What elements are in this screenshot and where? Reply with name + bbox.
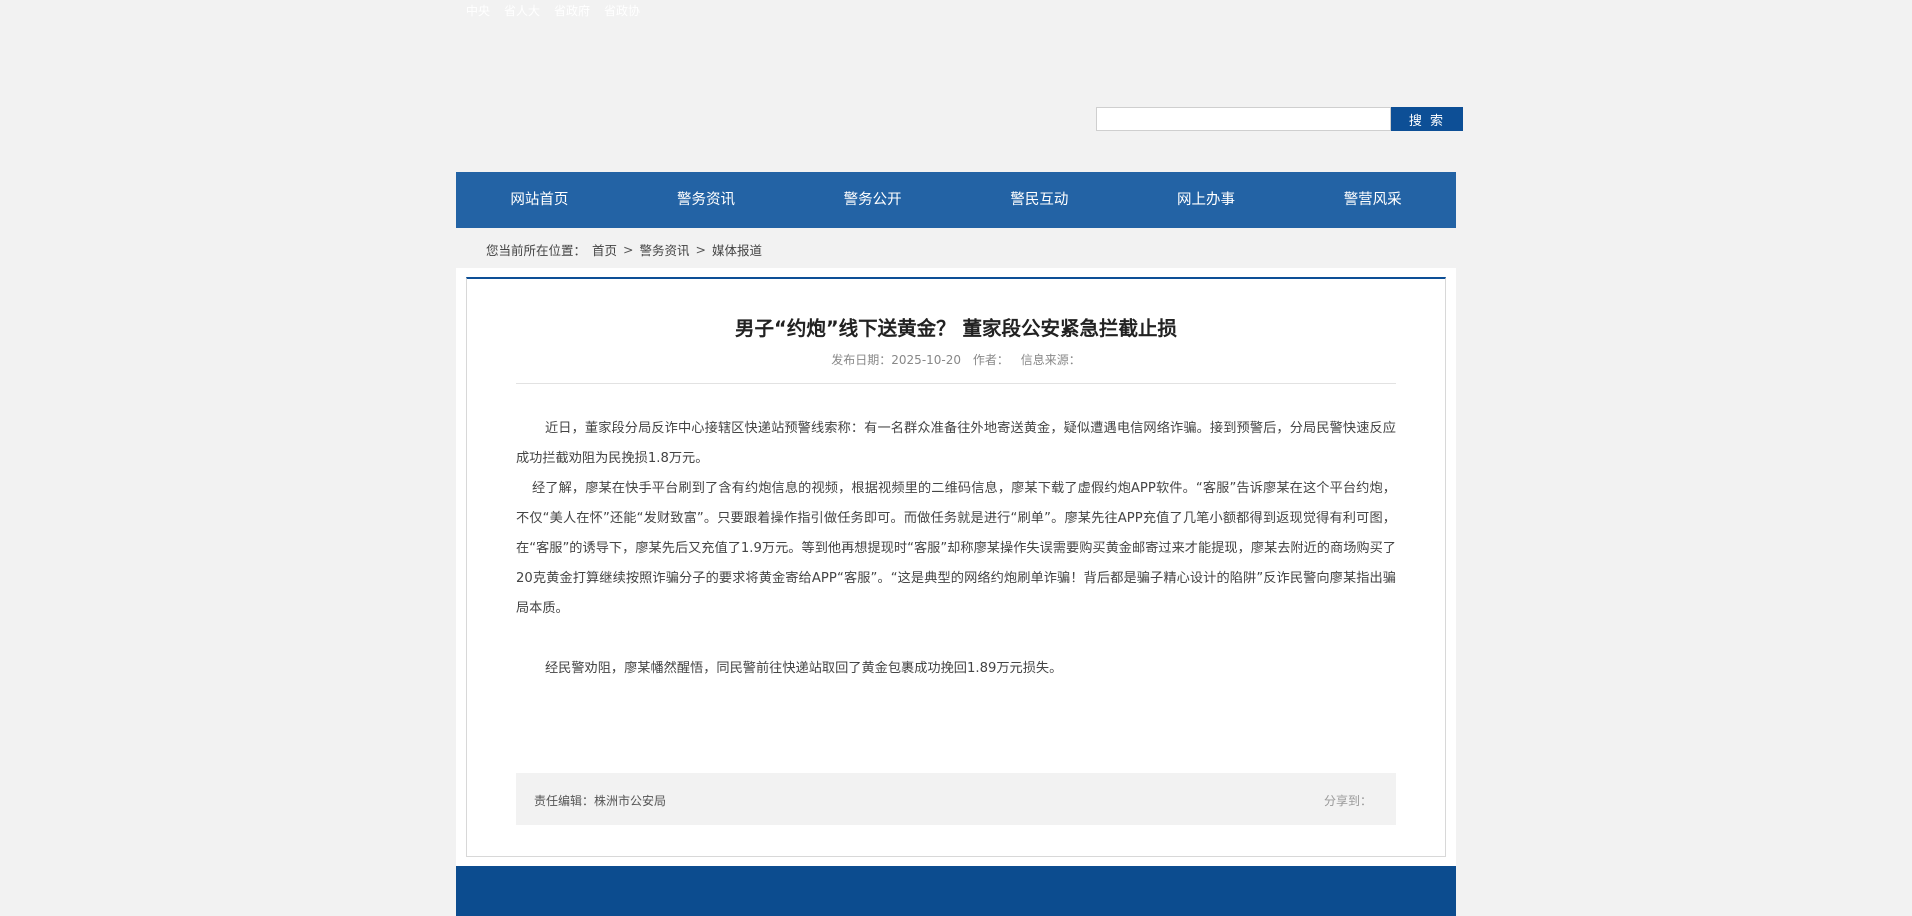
author-label: 作者： bbox=[972, 353, 1009, 367]
top-links: 中央 省人大 省政府 省政协 bbox=[466, 2, 640, 19]
responsible-editor: 责任编辑：株洲市公安局 bbox=[534, 794, 667, 808]
article-meta: 发布日期：2025-10-20 作者： 信息来源： bbox=[467, 351, 1445, 368]
breadcrumb-separator: > bbox=[695, 242, 707, 257]
article-footer: 责任编辑：株洲市公安局 分享到： bbox=[516, 773, 1396, 825]
top-link-central[interactable]: 中央 bbox=[466, 2, 490, 19]
main-nav: 网站首页 警务资讯 警务公开 警民互动 网上办事 警营风采 bbox=[456, 172, 1456, 228]
site-footer-band bbox=[456, 866, 1456, 916]
article-panel: 男子“约炮”线下送黄金？ 董家段公安紧急拦截止损 发布日期：2025-10-20… bbox=[466, 277, 1446, 857]
breadcrumb-media-reports[interactable]: 媒体报道 bbox=[712, 240, 762, 259]
source-label: 信息来源： bbox=[1020, 353, 1081, 367]
article-paragraph: 近日，董家段分局反诈中心接辖区快递站预警线索称：有一名群众准备往外地寄送黄金，疑… bbox=[516, 421, 1396, 466]
article-body: 近日，董家段分局反诈中心接辖区快递站预警线索称：有一名群众准备往外地寄送黄金，疑… bbox=[516, 414, 1396, 684]
top-link-provincial-cppcc[interactable]: 省政协 bbox=[604, 2, 640, 19]
title-divider bbox=[516, 383, 1396, 384]
search-input[interactable] bbox=[1096, 107, 1391, 131]
search-bar: 搜 索 bbox=[1096, 107, 1463, 131]
breadcrumb: 您当前所在位置： 首页 > 警务资讯 > 媒体报道 bbox=[486, 240, 762, 259]
publish-date: 发布日期：2025-10-20 bbox=[831, 353, 962, 367]
article-paragraph: 经民警劝阻，廖某幡然醒悟，同民警前往快递站取回了黄金包裹成功挽回1.89万元损失… bbox=[545, 661, 1063, 676]
nav-item-police-affairs[interactable]: 警务公开 bbox=[789, 172, 956, 228]
breadcrumb-separator: > bbox=[623, 242, 634, 257]
article-title: 男子“约炮”线下送黄金？ 董家段公安紧急拦截止损 bbox=[735, 317, 1177, 340]
nav-item-online-services[interactable]: 网上办事 bbox=[1123, 172, 1290, 228]
breadcrumb-prefix: 您当前所在位置： bbox=[486, 243, 587, 258]
share-label: 分享到： bbox=[1323, 794, 1372, 808]
breadcrumb-police-news[interactable]: 警务资讯 bbox=[640, 240, 690, 259]
search-button[interactable]: 搜 索 bbox=[1391, 107, 1463, 131]
top-link-provincial-government[interactable]: 省政府 bbox=[554, 2, 590, 19]
nav-item-police-style[interactable]: 警营风采 bbox=[1289, 172, 1456, 228]
top-link-provincial-congress[interactable]: 省人大 bbox=[504, 2, 540, 19]
nav-item-police-news[interactable]: 警务资讯 bbox=[623, 172, 790, 228]
article-paragraph: 经了解，廖某在快手平台刷到了含有约炮信息的视频，根据视频里的二维码信息，廖某下载… bbox=[516, 481, 1396, 616]
nav-item-police-public-interaction[interactable]: 警民互动 bbox=[956, 172, 1123, 228]
breadcrumb-home[interactable]: 首页 bbox=[592, 240, 617, 259]
page: 中央 省人大 省政府 省政协 搜 索 网站首页 警务资讯 警务公开 警民互动 网… bbox=[0, 0, 1912, 916]
nav-item-home[interactable]: 网站首页 bbox=[456, 172, 623, 228]
